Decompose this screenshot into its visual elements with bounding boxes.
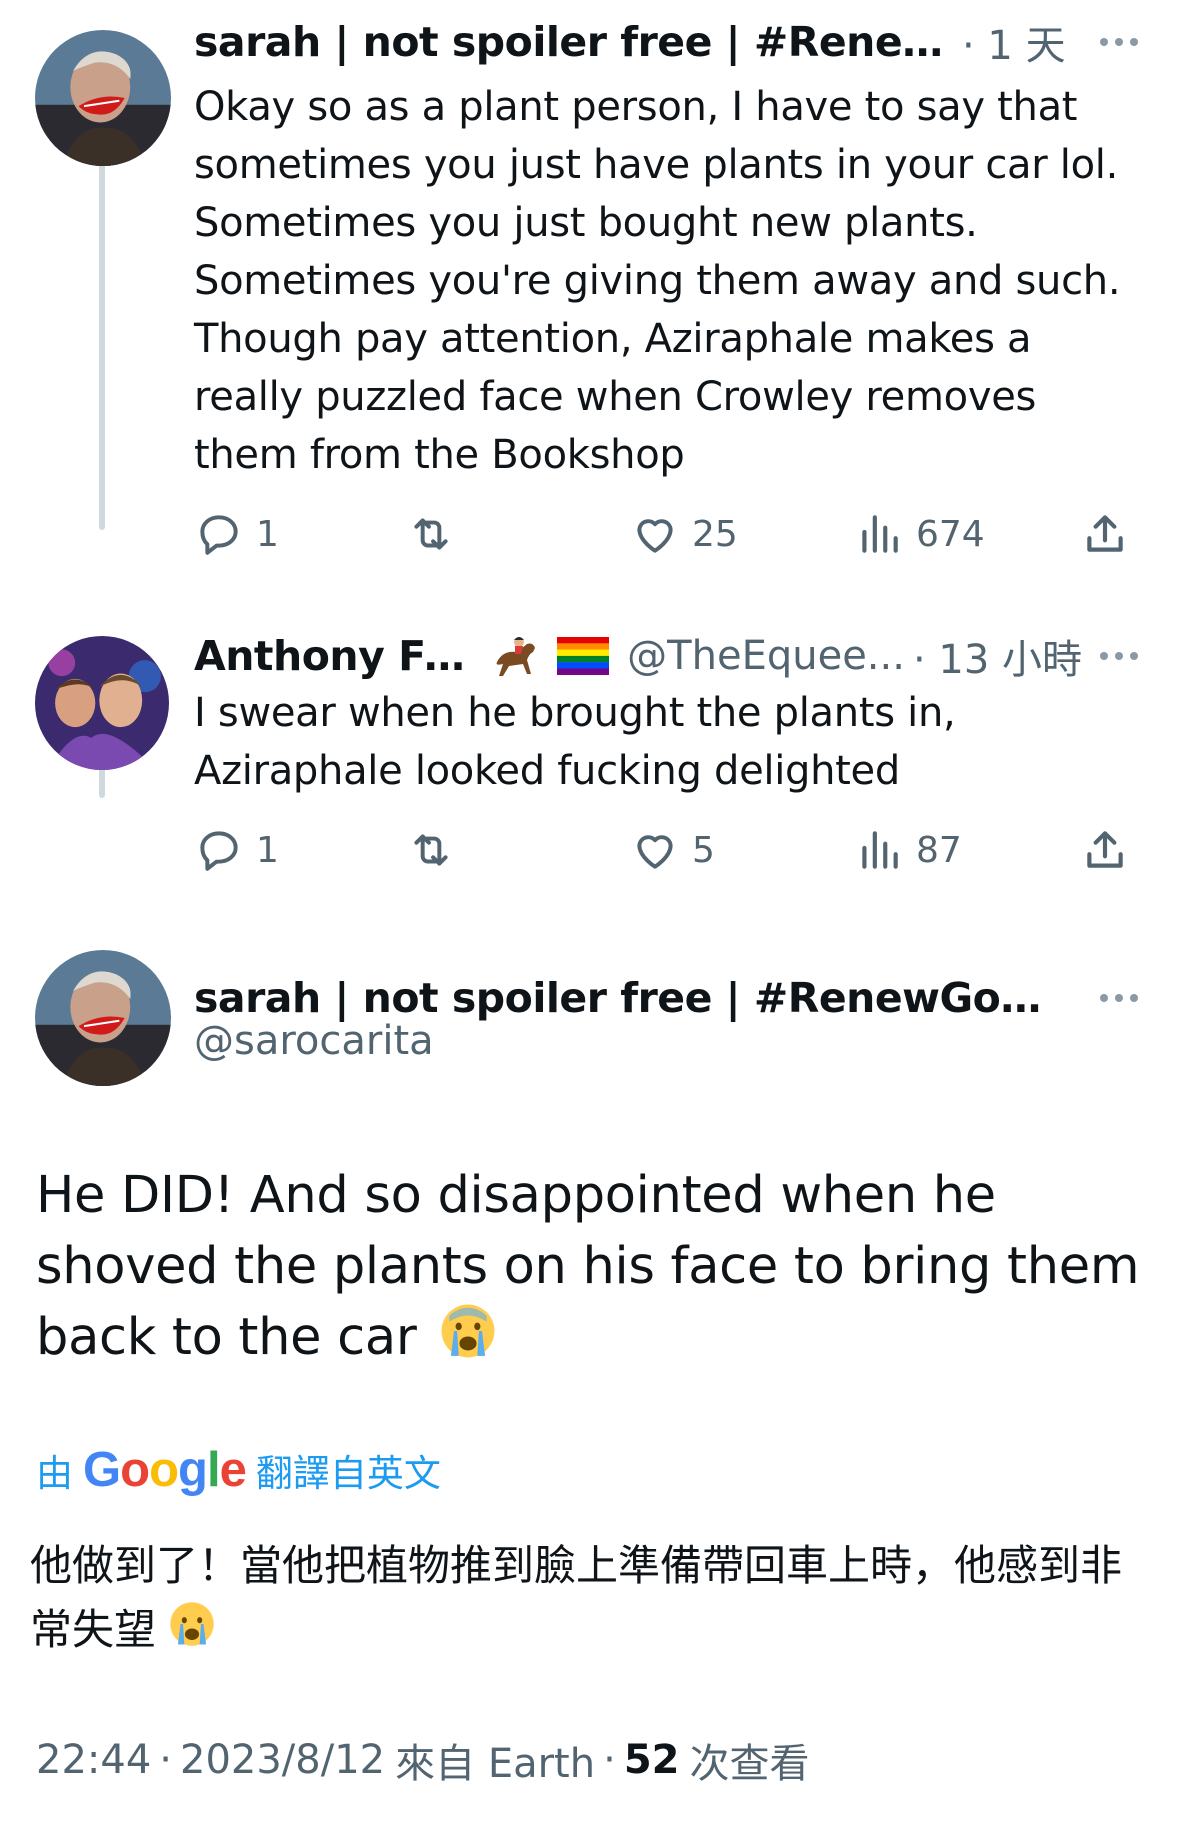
action-bar: 1 5 87 bbox=[194, 820, 1154, 880]
post-source: 來自 Earth bbox=[395, 1741, 596, 1787]
user-handle[interactable]: @sarocarita bbox=[194, 1018, 434, 1064]
crying-face-emoji bbox=[169, 1601, 215, 1665]
like-button[interactable]: 5 bbox=[630, 820, 715, 880]
translation-attribution[interactable]: 由 Google 翻譯自英文 bbox=[36, 1440, 441, 1500]
tweet-text: I swear when he brought the plants in, A… bbox=[194, 690, 956, 794]
translate-prefix: 由 bbox=[36, 1452, 73, 1495]
share-icon bbox=[1087, 831, 1123, 868]
more-icon[interactable] bbox=[1082, 994, 1138, 1002]
timestamp[interactable]: · 13 小時 bbox=[913, 627, 1082, 685]
views-icon bbox=[862, 831, 898, 869]
retweet-button[interactable] bbox=[406, 820, 456, 880]
like-button[interactable]: 25 bbox=[630, 504, 738, 564]
share-button[interactable] bbox=[1080, 820, 1130, 880]
main-tweet-body: He DID! And so disappointed when he shov… bbox=[36, 1166, 1140, 1367]
tweet-header: Anthony Fell @TheEquee... · 13 小時 bbox=[194, 626, 1138, 686]
view-count: 674 bbox=[916, 513, 985, 555]
share-button[interactable] bbox=[1080, 504, 1130, 564]
view-count: 87 bbox=[916, 829, 962, 871]
retweet-icon bbox=[414, 834, 448, 866]
display-name[interactable]: sarah | not spoiler free | #RenewGo... bbox=[194, 18, 954, 66]
more-icon[interactable] bbox=[1082, 38, 1138, 46]
reply-count: 1 bbox=[256, 513, 279, 555]
avatar[interactable] bbox=[35, 636, 169, 770]
avatar[interactable] bbox=[35, 30, 171, 166]
more-icon[interactable] bbox=[1082, 652, 1138, 660]
view-count-label: 次查看 bbox=[689, 1741, 810, 1787]
reply-count: 1 bbox=[256, 829, 279, 871]
retweet-icon bbox=[414, 518, 448, 550]
post-time[interactable]: 22:44 bbox=[36, 1737, 151, 1783]
reply-button[interactable]: 1 bbox=[194, 504, 279, 564]
action-bar: 1 25 674 bbox=[194, 504, 1154, 564]
horse-racing-emoji bbox=[489, 632, 545, 680]
like-icon bbox=[637, 519, 673, 553]
crying-face-emoji bbox=[440, 1303, 496, 1378]
rainbow-flag-emoji bbox=[557, 637, 610, 675]
reply-icon bbox=[200, 831, 238, 871]
timestamp[interactable]: · 1 天 bbox=[962, 13, 1066, 71]
like-icon bbox=[637, 835, 673, 869]
like-count: 25 bbox=[692, 513, 738, 555]
view-count-value: 52 bbox=[623, 1737, 680, 1783]
tweet-metadata: 22:44 · 2023/8/12 來自 Earth · 52 次查看 bbox=[36, 1728, 809, 1792]
post-date[interactable]: 2023/8/12 bbox=[180, 1737, 385, 1783]
tweet-header: sarah | not spoiler free | #RenewGo... ·… bbox=[194, 12, 1138, 72]
google-logo: Google bbox=[83, 1443, 247, 1497]
views-icon bbox=[862, 515, 898, 553]
translate-label: 翻譯自英文 bbox=[255, 1452, 441, 1495]
share-icon bbox=[1087, 515, 1123, 552]
tweet-text: Okay so as a plant person, I have to say… bbox=[194, 84, 1121, 478]
display-name[interactable]: sarah | not spoiler free | #RenewGoodO..… bbox=[194, 974, 1054, 1022]
translated-text: 他做到了！當他把植物推到臉上準備帶回車上時，他感到非常失望 bbox=[30, 1534, 1148, 1665]
avatar[interactable] bbox=[35, 950, 171, 1086]
display-name[interactable]: Anthony Fell bbox=[194, 632, 477, 680]
like-count: 5 bbox=[692, 829, 715, 871]
retweet-button[interactable] bbox=[406, 504, 456, 564]
main-tweet-text: He DID! And so disappointed when he shov… bbox=[36, 1160, 1148, 1378]
user-handle[interactable]: @TheEquee... bbox=[627, 633, 905, 679]
reply-icon bbox=[200, 515, 238, 555]
views-button[interactable]: 87 bbox=[854, 820, 962, 880]
views-button[interactable]: 674 bbox=[854, 504, 985, 564]
reply-button[interactable]: 1 bbox=[194, 820, 279, 880]
thread-line bbox=[99, 150, 105, 530]
